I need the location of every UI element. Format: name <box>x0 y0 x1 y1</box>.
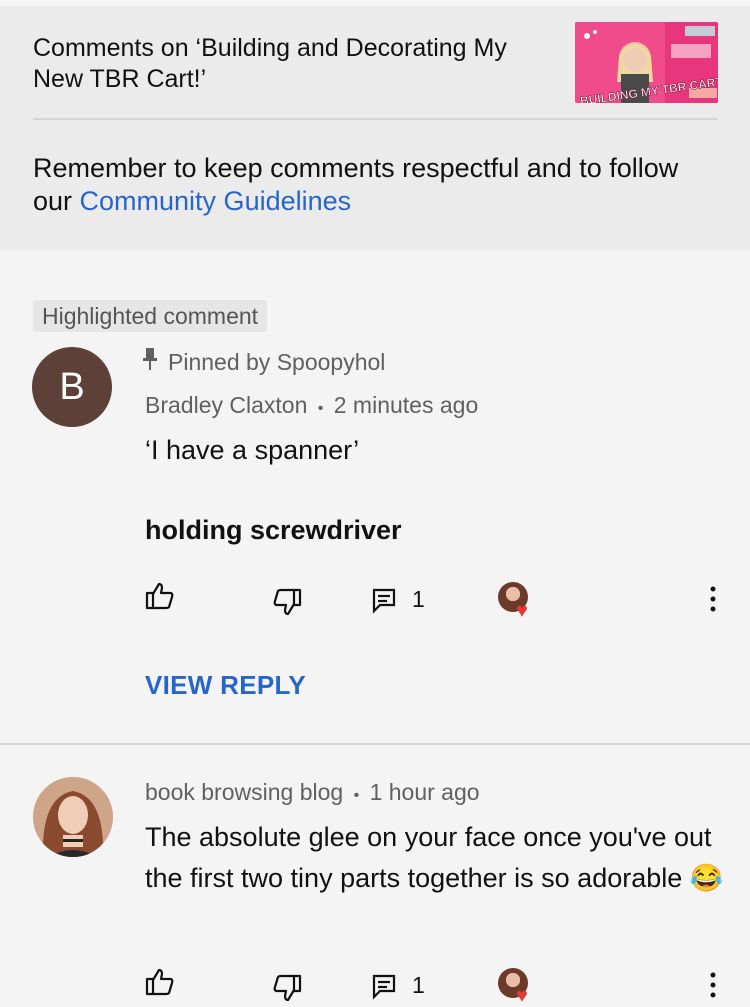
comment-time: 2 minutes ago <box>333 392 479 418</box>
meta-separator: • <box>317 400 324 417</box>
pinned-label: Pinned by Spoopyhol <box>142 347 385 377</box>
like-icon[interactable] <box>145 968 175 1001</box>
comment-text: ‘I have a spanner’ holding screwdriver <box>145 430 705 551</box>
more-icon[interactable] <box>709 586 717 617</box>
comment-meta: book browsing blog • 1 hour ago <box>145 779 480 806</box>
pin-icon <box>142 347 158 377</box>
comments-divider <box>0 743 750 745</box>
meta-separator: • <box>353 787 360 804</box>
comment-meta: Bradley Claxton • 2 minutes ago <box>145 392 478 419</box>
community-guidelines-link[interactable]: Community Guidelines <box>80 186 352 216</box>
heart-icon: ♥ <box>516 600 528 622</box>
dislike-icon[interactable] <box>272 974 302 1007</box>
avatar[interactable]: B <box>32 347 112 427</box>
comment-author[interactable]: Bradley Claxton <box>145 392 307 418</box>
top-strip <box>0 0 750 6</box>
comment-text: The absolute glee on your face once you'… <box>145 822 724 893</box>
reply-count: 1 <box>412 586 425 612</box>
comment-author[interactable]: book browsing blog <box>145 779 343 805</box>
header-divider <box>33 118 718 120</box>
reply-icon[interactable] <box>372 588 396 619</box>
comments-title: Comments on ‘Building and Decorating My … <box>33 34 507 93</box>
highlighted-comment-badge: Highlighted comment <box>33 300 268 332</box>
comment-time: 1 hour ago <box>369 779 480 805</box>
view-reply-button[interactable]: VIEW REPLY <box>145 670 306 701</box>
comment-line: ‘I have a spanner’ <box>145 435 360 465</box>
comments-header: Comments on ‘Building and Decorating My … <box>0 0 750 250</box>
video-thumbnail[interactable]: BUILDING MY TBR CART <box>575 22 718 103</box>
heart-icon: ♥ <box>516 985 528 1007</box>
reply-count: 1 <box>412 972 425 998</box>
avatar[interactable] <box>33 777 113 857</box>
like-icon[interactable] <box>145 582 175 615</box>
reply-icon[interactable] <box>372 974 396 1005</box>
comment-line-bold: holding screwdriver <box>145 515 402 545</box>
dislike-icon[interactable] <box>272 588 302 621</box>
pinned-by-text: Pinned by Spoopyhol <box>168 348 386 375</box>
community-reminder: Remember to keep comments respectful and… <box>33 152 723 218</box>
more-icon[interactable] <box>709 972 717 1003</box>
